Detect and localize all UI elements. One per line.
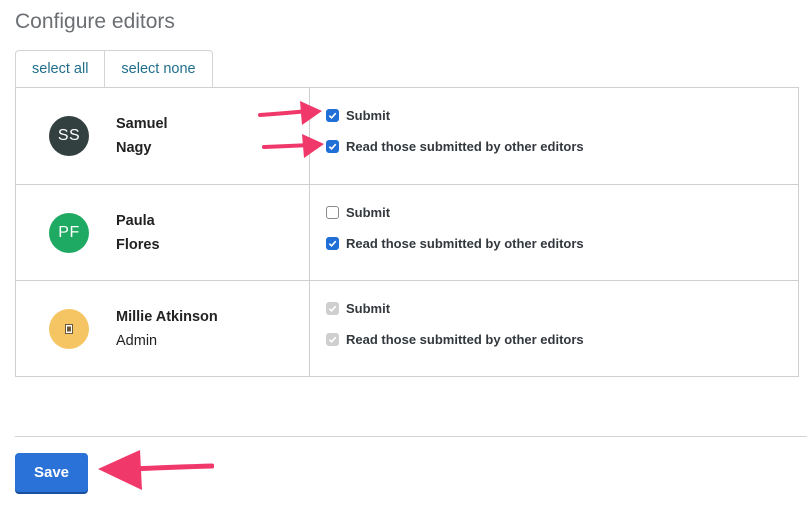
annotation-arrow-icon [262, 134, 324, 158]
editor-person: Millie Atkinson Admin [16, 281, 310, 376]
submit-label: Submit [346, 204, 391, 220]
editor-permissions: Submit Read those submitted by other edi… [310, 281, 798, 376]
read-others-label: Read those submitted by other editors [346, 331, 584, 347]
annotation-arrow-icon [258, 101, 322, 125]
avatar: SS [49, 116, 89, 156]
read-others-checkbox-disabled [326, 332, 339, 346]
permission-read-others: Read those submitted by other editors [326, 330, 798, 348]
select-all-tab[interactable]: select all [16, 51, 104, 88]
editor-name: Paula Flores [116, 209, 160, 257]
avatar [49, 308, 89, 349]
read-others-checkbox[interactable] [326, 236, 339, 250]
editor-person: PF Paula Flores [16, 185, 310, 280]
permission-submit: Submit [326, 299, 798, 317]
editors-table: SS Samuel Nagy Submit Read those submitt… [15, 87, 799, 377]
image-placeholder-icon [65, 323, 73, 334]
page-title: Configure editors [15, 10, 175, 33]
editor-role: Admin [116, 332, 158, 349]
submit-checkbox[interactable] [326, 108, 339, 122]
editor-name: Millie Atkinson Admin [116, 305, 218, 353]
editor-name-line2: Flores [116, 236, 160, 253]
editor-row: PF Paula Flores Submit Read those submit… [16, 184, 798, 280]
editor-permissions: Submit Read those submitted by other edi… [310, 88, 798, 184]
permission-submit: Submit [326, 106, 798, 124]
permission-read-others: Read those submitted by other editors [326, 137, 798, 155]
permission-submit: Submit [326, 203, 798, 221]
editor-row: Millie Atkinson Admin Submit Read those … [16, 280, 798, 376]
avatar: PF [49, 212, 89, 253]
submit-label: Submit [346, 107, 391, 123]
editor-name-line1: Paula [116, 212, 155, 229]
submit-label: Submit [346, 300, 391, 316]
editor-name-line1: Millie Atkinson [116, 308, 218, 325]
editor-name-line2: Nagy [116, 140, 152, 156]
submit-checkbox[interactable] [326, 205, 339, 219]
read-others-label: Read those submitted by other editors [346, 235, 584, 251]
read-others-checkbox[interactable] [326, 139, 339, 153]
read-others-label: Read those submitted by other editors [346, 138, 584, 154]
footer-divider [15, 436, 807, 437]
selection-tabs: select all select none [15, 50, 213, 88]
save-button[interactable]: Save [15, 453, 88, 492]
editor-name: Samuel Nagy [116, 112, 168, 160]
select-none-tab[interactable]: select none [104, 51, 211, 88]
submit-checkbox-disabled [326, 301, 339, 315]
editor-name-line1: Samuel [116, 116, 168, 132]
editor-row: SS Samuel Nagy Submit Read those submitt… [16, 88, 798, 184]
permission-read-others: Read those submitted by other editors [326, 234, 798, 252]
annotation-arrow-icon [98, 450, 214, 490]
editor-permissions: Submit Read those submitted by other edi… [310, 185, 798, 280]
